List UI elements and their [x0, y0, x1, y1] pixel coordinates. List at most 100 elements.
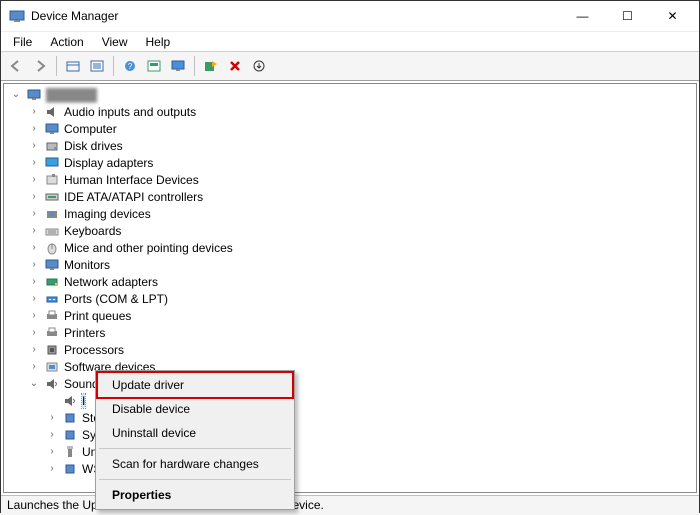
tree-node-label: Print queues — [64, 309, 131, 323]
caret-right-icon[interactable]: › — [28, 208, 40, 220]
svg-text:?: ? — [128, 62, 133, 71]
caret-right-icon[interactable]: › — [46, 446, 58, 458]
tree-node[interactable]: › Print queues — [4, 307, 696, 324]
tree-node-label: Network adapters — [64, 275, 158, 289]
caret-down-icon[interactable]: ⌄ — [28, 378, 40, 390]
tree-node-label: Imaging devices — [64, 207, 151, 221]
tree-node-label: Human Interface Devices — [64, 173, 199, 187]
caret-right-icon[interactable]: › — [28, 344, 40, 356]
app-icon — [9, 8, 25, 24]
tree-node[interactable]: › Display adapters — [4, 154, 696, 171]
caret-right-icon[interactable]: › — [28, 140, 40, 152]
caret-right-icon[interactable]: › — [46, 412, 58, 424]
tree-node-label: IDE ATA/ATAPI controllers — [64, 190, 203, 204]
tree-node-label: Disk drives — [64, 139, 123, 153]
caret-right-icon[interactable]: › — [28, 157, 40, 169]
ide-icon — [44, 189, 60, 205]
caret-right-icon[interactable]: › — [28, 259, 40, 271]
tree-node-label: Monitors — [64, 258, 110, 272]
help-icon[interactable]: ? — [119, 55, 141, 77]
root-label: ██████ — [46, 88, 97, 102]
remove-icon[interactable] — [224, 55, 246, 77]
caret-right-icon[interactable]: › — [28, 106, 40, 118]
tree-node-label: Display adapters — [64, 156, 153, 170]
maximize-button[interactable]: ☐ — [605, 1, 650, 31]
ctx-scan-hardware[interactable]: Scan for hardware changes — [98, 452, 292, 476]
tree-node[interactable]: ›Audio inputs and outputs — [4, 103, 696, 120]
ctx-disable-device[interactable]: Disable device — [98, 397, 292, 421]
caret-right-icon[interactable]: › — [28, 174, 40, 186]
menu-action[interactable]: Action — [42, 34, 91, 50]
menubar: File Action View Help — [1, 31, 699, 51]
tree-node[interactable]: › Monitors — [4, 256, 696, 273]
caret-right-icon[interactable] — [46, 395, 58, 407]
monitor-icon[interactable] — [167, 55, 189, 77]
tree-node[interactable]: › Computer — [4, 120, 696, 137]
caret-right-icon[interactable]: › — [28, 242, 40, 254]
caret-down-icon[interactable]: ⌄ — [10, 89, 22, 101]
ctx-update-driver[interactable]: Update driver — [98, 373, 292, 397]
context-menu: Update driver Disable device Uninstall d… — [95, 370, 295, 510]
ctx-properties[interactable]: Properties — [98, 483, 292, 507]
show-list-icon[interactable] — [86, 55, 108, 77]
scan-icon[interactable] — [200, 55, 222, 77]
tree-node[interactable]: › IDE ATA/ATAPI controllers — [4, 188, 696, 205]
tree-node[interactable]: › Imaging devices — [4, 205, 696, 222]
caret-right-icon[interactable]: › — [28, 361, 40, 373]
back-button[interactable] — [5, 55, 27, 77]
tree-node[interactable]: › Human Interface Devices — [4, 171, 696, 188]
printer-icon — [44, 325, 60, 341]
camera-icon — [44, 206, 60, 222]
caret-right-icon[interactable]: › — [28, 293, 40, 305]
toolbar: ? — [1, 51, 699, 81]
ctx-uninstall-device[interactable]: Uninstall device — [98, 421, 292, 445]
close-button[interactable]: ✕ — [650, 1, 695, 31]
tree-node[interactable]: › Mice and other pointing devices — [4, 239, 696, 256]
caret-right-icon[interactable]: › — [28, 123, 40, 135]
tree-node-label: Processors — [64, 343, 124, 357]
ctx-separator — [99, 448, 291, 449]
speaker-icon — [44, 104, 60, 120]
titlebar: Device Manager — ☐ ✕ — [1, 1, 699, 31]
menu-view[interactable]: View — [94, 34, 136, 50]
device-icon — [62, 393, 78, 409]
caret-right-icon[interactable]: › — [46, 429, 58, 441]
caret-right-icon[interactable]: › — [28, 225, 40, 237]
minimize-button[interactable]: — — [560, 1, 605, 31]
menu-help[interactable]: Help — [138, 34, 179, 50]
tree-root[interactable]: ⌄ ██████ — [4, 86, 696, 103]
device-icon — [62, 427, 78, 443]
update-icon[interactable] — [248, 55, 270, 77]
menu-file[interactable]: File — [5, 34, 40, 50]
forward-button[interactable] — [29, 55, 51, 77]
computer-icon — [26, 87, 42, 103]
tree-node[interactable]: ›Printers — [4, 324, 696, 341]
sound-icon — [44, 376, 60, 392]
disk-icon — [44, 138, 60, 154]
tree-node-label: Ports (COM & LPT) — [64, 292, 168, 306]
tree-node[interactable]: › Processors — [4, 341, 696, 358]
view-icon[interactable] — [143, 55, 165, 77]
monitor2-icon — [44, 257, 60, 273]
caret-right-icon[interactable]: › — [28, 327, 40, 339]
caret-right-icon[interactable]: › — [28, 276, 40, 288]
caret-right-icon[interactable]: › — [46, 463, 58, 475]
tree-node-label: Mice and other pointing devices — [64, 241, 233, 255]
network-icon — [44, 274, 60, 290]
caret-right-icon[interactable]: › — [28, 191, 40, 203]
soft-icon — [44, 359, 60, 375]
ctx-separator — [99, 479, 291, 480]
tree-node-label: Keyboards — [64, 224, 121, 238]
tree-node[interactable]: › Network adapters — [4, 273, 696, 290]
caret-right-icon[interactable]: › — [28, 310, 40, 322]
port-icon — [44, 291, 60, 307]
tree-child-label: I — [82, 394, 85, 408]
monitor-icon — [44, 121, 60, 137]
tree-node[interactable]: › Keyboards — [4, 222, 696, 239]
cpu-icon — [44, 342, 60, 358]
window-title: Device Manager — [31, 9, 118, 23]
tree-node-label: Computer — [64, 122, 117, 136]
tree-node[interactable]: › Disk drives — [4, 137, 696, 154]
show-hide-icon[interactable] — [62, 55, 84, 77]
tree-node[interactable]: › Ports (COM & LPT) — [4, 290, 696, 307]
